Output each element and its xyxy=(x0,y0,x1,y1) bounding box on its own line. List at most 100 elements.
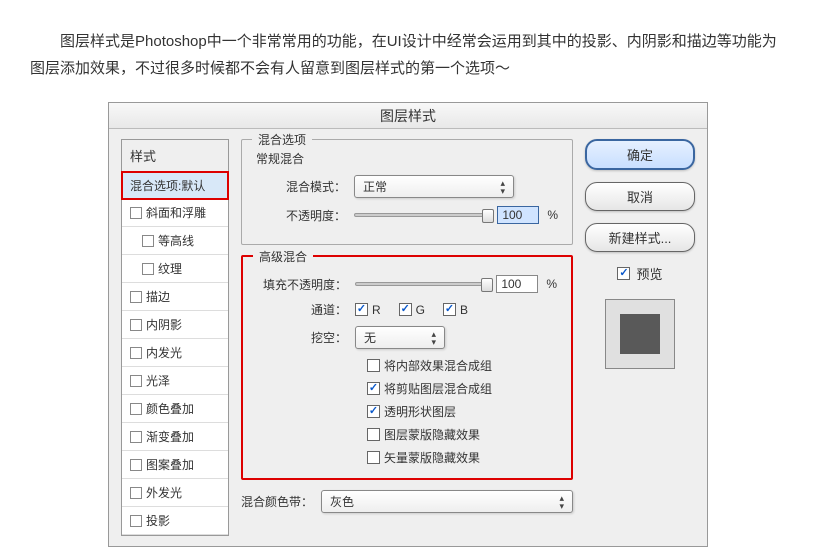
blend-mode-label: 混合模式： xyxy=(256,178,346,195)
advanced-option-checkbox[interactable]: 将剪贴图层混合成组 xyxy=(367,380,557,397)
style-item[interactable]: 等高线 xyxy=(122,227,228,255)
fill-opacity-slider[interactable] xyxy=(355,282,488,286)
slider-thumb-icon[interactable] xyxy=(481,278,493,292)
style-item-label: 颜色叠加 xyxy=(146,400,194,417)
checkbox-icon xyxy=(130,403,142,415)
checkbox-icon xyxy=(399,303,412,316)
channels-label: 通道： xyxy=(257,301,347,318)
layer-style-dialog: 图层样式 样式 混合选项:默认 斜面和浮雕等高线纹理描边内阴影内发光光泽颜色叠加… xyxy=(108,102,708,547)
preview-swatch xyxy=(605,299,675,369)
styles-list-panel: 样式 混合选项:默认 斜面和浮雕等高线纹理描边内阴影内发光光泽颜色叠加渐变叠加图… xyxy=(121,139,229,536)
checkbox-icon xyxy=(130,375,142,387)
style-item[interactable]: 渐变叠加 xyxy=(122,423,228,451)
dialog-title: 图层样式 xyxy=(109,103,707,129)
advanced-option-checkbox[interactable]: 矢量蒙版隐藏效果 xyxy=(367,449,557,466)
style-item-label: 纹理 xyxy=(158,260,182,277)
options-panel: 混合选项 常规混合 混合模式： 正常 ▴▾ 不透明度： 100 % 高 xyxy=(241,139,573,536)
slider-thumb-icon[interactable] xyxy=(482,209,494,223)
advanced-option-checkbox[interactable]: 将内部效果混合成组 xyxy=(367,357,557,374)
blend-mode-select[interactable]: 正常 ▴▾ xyxy=(354,175,514,198)
checkbox-icon xyxy=(142,235,154,247)
style-item-label: 外发光 xyxy=(146,484,182,501)
option-label: 矢量蒙版隐藏效果 xyxy=(384,449,480,466)
blending-options-group: 混合选项 常规混合 混合模式： 正常 ▴▾ 不透明度： 100 % xyxy=(241,139,573,245)
blend-mode-row: 混合模式： 正常 ▴▾ xyxy=(256,175,558,198)
knockout-row: 挖空： 无 ▴▾ xyxy=(257,326,557,349)
preview-swatch-inner xyxy=(620,314,660,354)
channel-b-checkbox[interactable]: B xyxy=(443,303,468,317)
checkbox-icon xyxy=(130,431,142,443)
fill-opacity-label: 填充不透明度： xyxy=(257,276,347,293)
opacity-row: 不透明度： 100 % xyxy=(256,206,558,224)
knockout-label: 挖空： xyxy=(257,329,347,346)
style-item[interactable]: 光泽 xyxy=(122,367,228,395)
checkbox-icon xyxy=(130,347,142,359)
style-item[interactable]: 斜面和浮雕 xyxy=(122,199,228,227)
checkbox-icon xyxy=(367,451,380,464)
style-item-blending-options[interactable]: 混合选项:默认 xyxy=(121,171,229,200)
checkbox-icon xyxy=(130,515,142,527)
opacity-input[interactable]: 100 xyxy=(497,206,539,224)
updown-icon: ▴▾ xyxy=(431,330,436,346)
blend-if-select[interactable]: 灰色 ▴▾ xyxy=(321,490,573,513)
advanced-option-checkbox[interactable]: 图层蒙版隐藏效果 xyxy=(367,426,557,443)
cancel-button[interactable]: 取消 xyxy=(585,182,695,211)
ok-button[interactable]: 确定 xyxy=(585,139,695,170)
normal-blend-legend: 常规混合 xyxy=(256,150,558,167)
style-item[interactable]: 描边 xyxy=(122,283,228,311)
fill-opacity-input[interactable]: 100 xyxy=(496,275,538,293)
checkbox-icon xyxy=(367,428,380,441)
option-label: 图层蒙版隐藏效果 xyxy=(384,426,480,443)
dialog-buttons-panel: 确定 取消 新建样式... 预览 xyxy=(585,139,695,536)
option-label: 将内部效果混合成组 xyxy=(384,357,492,374)
channel-g-checkbox[interactable]: G xyxy=(399,303,425,317)
checkbox-icon xyxy=(130,207,142,219)
option-label: 将剪贴图层混合成组 xyxy=(384,380,492,397)
fill-opacity-row: 填充不透明度： 100 % xyxy=(257,275,557,293)
style-item[interactable]: 投影 xyxy=(122,507,228,535)
updown-icon: ▴▾ xyxy=(559,494,564,510)
style-item-label: 等高线 xyxy=(158,232,194,249)
intro-text: 图层样式是Photoshop中一个非常常用的功能，在UI设计中经常会运用到其中的… xyxy=(0,0,816,102)
channels-row: 通道： R G B xyxy=(257,301,557,318)
preview-checkbox[interactable]: 预览 xyxy=(585,264,695,283)
style-item-label: 内发光 xyxy=(146,344,182,361)
style-item[interactable]: 内阴影 xyxy=(122,311,228,339)
styles-header: 样式 xyxy=(122,140,228,172)
style-item-label: 描边 xyxy=(146,288,170,305)
checkbox-icon xyxy=(617,267,630,280)
blend-if-row: 混合颜色带： 灰色 ▴▾ xyxy=(241,490,573,513)
checkbox-icon xyxy=(142,263,154,275)
style-item[interactable]: 图案叠加 xyxy=(122,451,228,479)
checkbox-icon xyxy=(355,303,368,316)
checkbox-icon xyxy=(367,405,380,418)
knockout-select[interactable]: 无 ▴▾ xyxy=(355,326,445,349)
style-item[interactable]: 颜色叠加 xyxy=(122,395,228,423)
group-legend: 混合选项 xyxy=(252,131,312,148)
blend-if-label: 混合颜色带： xyxy=(241,493,313,510)
advanced-option-checkbox[interactable]: 透明形状图层 xyxy=(367,403,557,420)
style-item[interactable]: 内发光 xyxy=(122,339,228,367)
style-item-label: 光泽 xyxy=(146,372,170,389)
style-item-label: 斜面和浮雕 xyxy=(146,204,206,221)
advanced-blend-group: 高级混合 填充不透明度： 100 % 通道： R G B 挖空： xyxy=(241,255,573,480)
checkbox-icon xyxy=(443,303,456,316)
opacity-label: 不透明度： xyxy=(256,207,346,224)
checkbox-icon xyxy=(130,459,142,471)
advanced-legend: 高级混合 xyxy=(253,248,313,265)
checkbox-icon xyxy=(130,319,142,331)
checkbox-icon xyxy=(367,382,380,395)
style-item[interactable]: 外发光 xyxy=(122,479,228,507)
option-label: 透明形状图层 xyxy=(384,403,456,420)
new-style-button[interactable]: 新建样式... xyxy=(585,223,695,252)
style-item-label: 内阴影 xyxy=(146,316,182,333)
channel-r-checkbox[interactable]: R xyxy=(355,303,381,317)
updown-icon: ▴▾ xyxy=(500,179,505,195)
style-item-label: 图案叠加 xyxy=(146,456,194,473)
style-item-label: 投影 xyxy=(146,512,170,529)
checkbox-icon xyxy=(367,359,380,372)
checkbox-icon xyxy=(130,487,142,499)
style-item[interactable]: 纹理 xyxy=(122,255,228,283)
style-item-label: 渐变叠加 xyxy=(146,428,194,445)
opacity-slider[interactable] xyxy=(354,213,489,217)
